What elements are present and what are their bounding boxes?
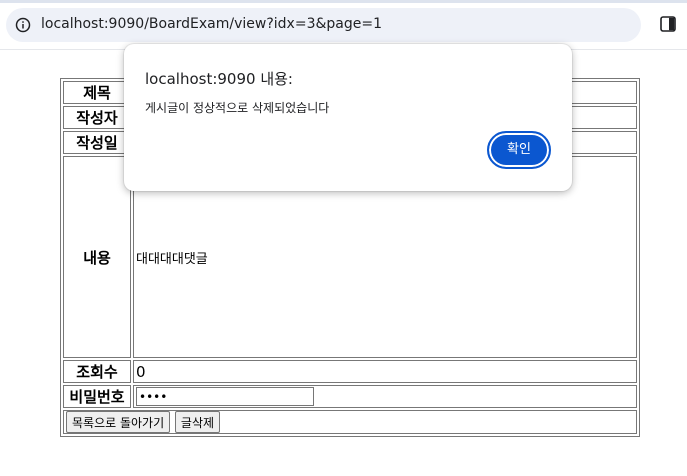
dialog-title: localhost:9090 내용: xyxy=(145,70,293,88)
password-cell xyxy=(133,385,637,408)
tab-strip-edge xyxy=(0,0,687,3)
views-row: 조회수 0 xyxy=(63,360,637,383)
browser-toolbar: localhost:9090/BoardExam/view?idx=3&page… xyxy=(0,0,687,50)
author-label: 작성자 xyxy=(63,106,131,129)
address-bar[interactable]: localhost:9090/BoardExam/view?idx=3&page… xyxy=(6,8,641,42)
password-input[interactable] xyxy=(136,387,314,406)
site-info-icon[interactable] xyxy=(15,17,31,33)
content-text: 대대대대댓글 xyxy=(136,251,208,267)
views-label: 조회수 xyxy=(63,360,131,383)
url-text[interactable]: localhost:9090/BoardExam/view?idx=3&page… xyxy=(41,16,382,32)
password-label: 비밀번호 xyxy=(63,385,131,408)
password-row: 비밀번호 xyxy=(63,385,637,408)
date-label: 작성일 xyxy=(63,131,131,154)
actions-cell: 목록으로 돌아가기 글삭제 xyxy=(63,410,637,434)
back-to-list-button[interactable]: 목록으로 돌아가기 xyxy=(66,411,171,433)
side-panel-icon[interactable] xyxy=(659,15,677,33)
content-label: 내용 xyxy=(63,156,131,358)
title-label: 제목 xyxy=(63,81,131,104)
confirm-button[interactable]: 확인 xyxy=(487,131,551,169)
delete-post-button[interactable]: 글삭제 xyxy=(174,411,221,433)
dialog-message: 게시글이 정상적으로 삭제되었습니다 xyxy=(145,101,330,115)
views-value: 0 xyxy=(133,360,637,383)
alert-dialog: localhost:9090 내용: 게시글이 정상적으로 삭제되었습니다 확인 xyxy=(124,44,572,191)
actions-row: 목록으로 돌아가기 글삭제 xyxy=(63,410,637,434)
